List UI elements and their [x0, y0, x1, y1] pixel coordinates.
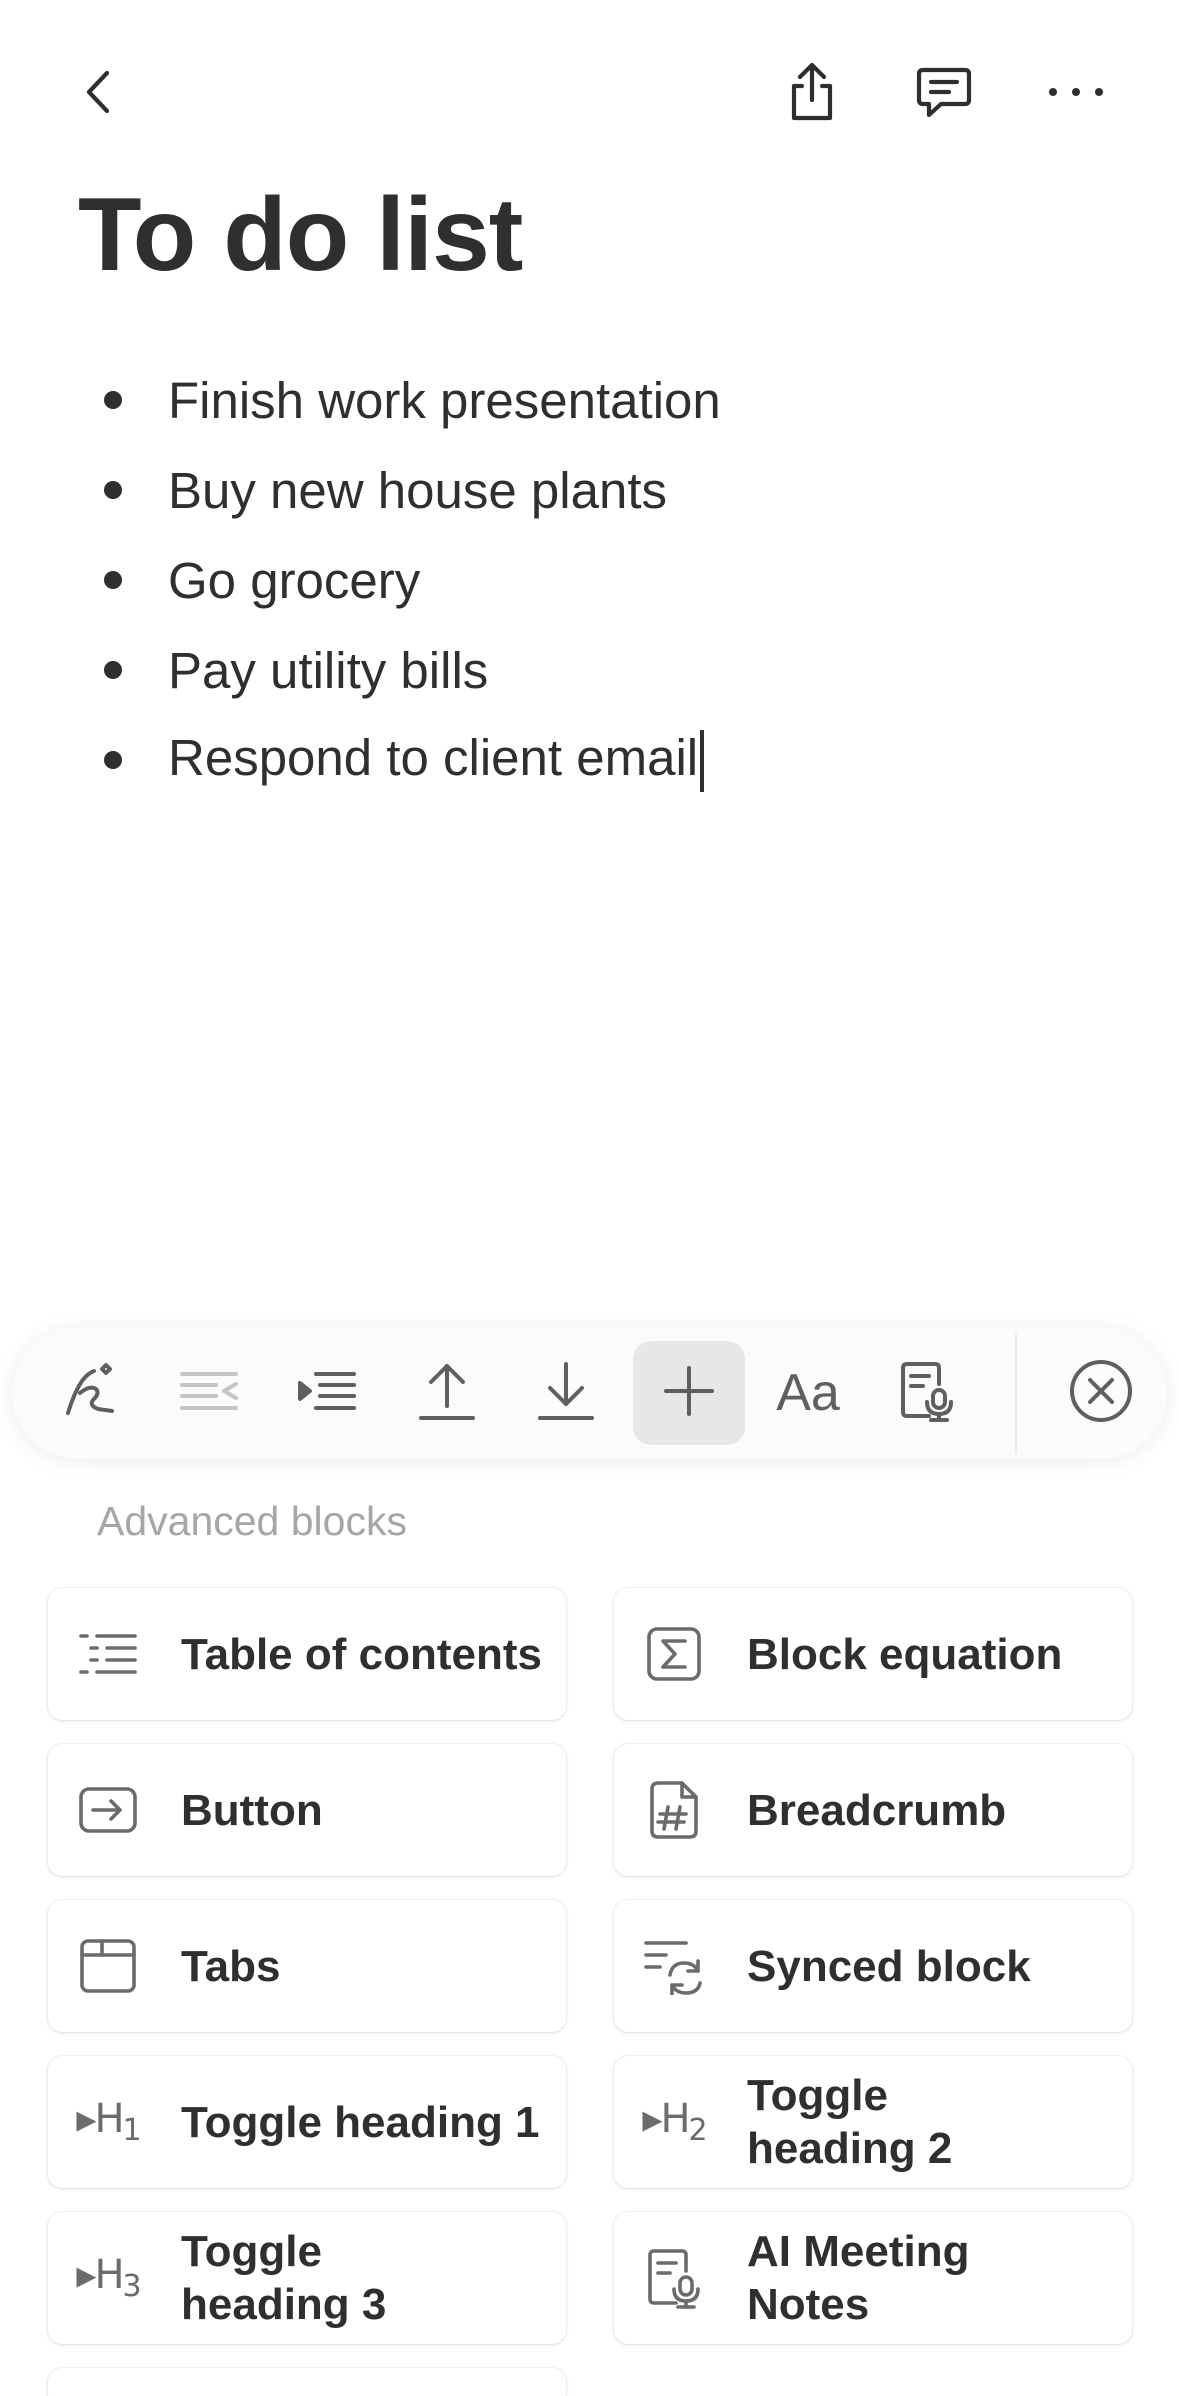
list-item-text[interactable]: Finish work presentation [168, 371, 721, 430]
comment-icon [913, 62, 975, 127]
block-label: Toggle heading 1 [181, 2097, 540, 2147]
bullet-icon [104, 751, 122, 769]
more-button[interactable] [1032, 50, 1120, 138]
ai-meeting-notes-icon [899, 1360, 955, 1427]
ai-button[interactable] [34, 1341, 146, 1445]
bullet-icon [104, 391, 122, 409]
toggle-heading-2-icon: ▸H2 [642, 2096, 707, 2148]
list-item-text[interactable]: Go grocery [168, 551, 420, 610]
todo-list: Finish work presentation Buy new house p… [0, 355, 1179, 805]
move-up-button[interactable] [391, 1341, 503, 1445]
close-toolbar-button[interactable] [1045, 1341, 1157, 1445]
block-toggle-heading-2[interactable]: ▸H2 Toggle heading 2 [614, 2056, 1132, 2188]
toggle-arrow: ▸ [76, 2096, 96, 2142]
indent-icon [296, 1368, 358, 1419]
list-item[interactable]: Respond to client email [0, 715, 1179, 805]
list-item[interactable]: Finish work presentation [0, 355, 1179, 445]
outdent-button[interactable] [153, 1341, 265, 1445]
ai-pen-icon [60, 1362, 120, 1424]
table-of-contents-icon [72, 1618, 144, 1690]
toggle-heading-1-icon: ▸H1 [76, 2096, 141, 2148]
text-style-icon: Aa [776, 1364, 840, 1422]
block-label: AI Meeting Notes [747, 2227, 970, 2329]
bullet-icon [104, 661, 122, 679]
block-equation[interactable]: Block equation [614, 1588, 1132, 1720]
text-cursor [700, 730, 705, 793]
list-item[interactable]: Go grocery [0, 535, 1179, 625]
chevron-left-icon [75, 67, 125, 122]
indent-button[interactable] [271, 1341, 383, 1445]
back-button[interactable] [56, 50, 144, 138]
block-label: Toggle heading 3 [181, 2227, 387, 2329]
bullet-icon [104, 481, 122, 499]
add-block-button[interactable] [633, 1341, 745, 1445]
toggle-arrow: ▸ [76, 2252, 96, 2298]
ai-meeting-notes-icon [638, 2242, 710, 2314]
breadcrumb-icon [638, 1774, 710, 1846]
equation-icon [638, 1618, 710, 1690]
block-partial[interactable] [48, 2368, 566, 2396]
block-label: Block equation [747, 1629, 1063, 1679]
share-button[interactable] [768, 50, 856, 138]
block-label: Breadcrumb [747, 1785, 1007, 1835]
block-label: Button [181, 1785, 323, 1835]
section-label: Advanced blocks [97, 1498, 407, 1544]
block-toggle-heading-3[interactable]: ▸H3 Toggle heading 3 [48, 2212, 566, 2344]
block-tabs[interactable]: Tabs [48, 1900, 566, 2032]
block-label: Table of contents [181, 1629, 542, 1679]
move-up-icon [417, 1360, 477, 1427]
toggle-heading-3-icon: ▸H3 [76, 2252, 141, 2304]
list-item-text[interactable]: Buy new house plants [168, 461, 667, 520]
share-icon [782, 60, 842, 129]
tabs-icon [72, 1930, 144, 2002]
block-button[interactable]: Button [48, 1744, 566, 1876]
list-item[interactable]: Buy new house plants [0, 445, 1179, 535]
add-block-icon [662, 1364, 716, 1423]
list-item-text-active[interactable]: Respond to client email [168, 728, 705, 793]
toolbar-divider [1015, 1333, 1017, 1453]
editing-toolbar: Aa [12, 1327, 1167, 1459]
block-label: Tabs [181, 1941, 281, 1991]
ai-meeting-notes-button[interactable] [871, 1341, 983, 1445]
block-label: Synced block [747, 1941, 1031, 1991]
outdent-icon [178, 1368, 240, 1419]
list-item[interactable]: Pay utility bills [0, 625, 1179, 715]
comments-button[interactable] [900, 50, 988, 138]
synced-block-icon [638, 1930, 710, 2002]
block-toggle-heading-1[interactable]: ▸H1 Toggle heading 1 [48, 2056, 566, 2188]
block-ai-meeting-notes[interactable]: AI Meeting Notes [614, 2212, 1132, 2344]
block-table-of-contents[interactable]: Table of contents [48, 1588, 566, 1720]
block-breadcrumb[interactable]: Breadcrumb [614, 1744, 1132, 1876]
page-title[interactable]: To do list [78, 170, 523, 300]
list-item-text: Respond to client email [168, 728, 699, 786]
button-icon [72, 1774, 144, 1846]
bullet-icon [104, 571, 122, 589]
top-bar [0, 0, 1179, 190]
more-horizontal-icon [1045, 82, 1107, 107]
move-down-button[interactable] [510, 1341, 622, 1445]
block-synced-block[interactable]: Synced block [614, 1900, 1132, 2032]
list-item-text[interactable]: Pay utility bills [168, 641, 488, 700]
toggle-arrow: ▸ [642, 2096, 662, 2142]
text-style-button[interactable]: Aa [752, 1341, 864, 1445]
close-keyboard-icon [1068, 1358, 1134, 1429]
block-label: Toggle heading 2 [747, 2071, 953, 2173]
move-down-icon [536, 1360, 596, 1427]
